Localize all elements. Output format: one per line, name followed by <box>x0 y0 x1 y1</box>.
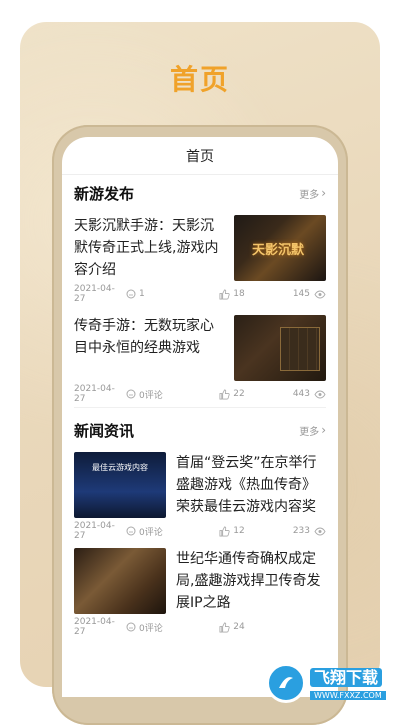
article-title: 天影沉默手游：天影沉默传奇正式上线,游戏内容介绍 <box>74 218 219 278</box>
like-button[interactable]: 22 <box>178 389 286 400</box>
article-title: 首届“登云奖”在京举行盛趣游戏《热血传奇》荣获最佳云游戏内容奖 <box>176 455 317 515</box>
view-count-value: 443 <box>292 389 310 399</box>
thumbs-up-icon <box>219 389 230 399</box>
watermark-logo-icon <box>266 663 306 703</box>
like-count: 12 <box>233 526 245 536</box>
chevron-right-icon: › <box>321 186 326 200</box>
article-date: 2021-04-27 <box>74 617 115 637</box>
comment-count: 0评论 <box>126 621 178 634</box>
article-date: 2021-04-27 <box>74 521 115 541</box>
article-date: 2021-04-27 <box>74 284 115 304</box>
article-meta: 2021-04-27 0评论 24 <box>74 614 326 640</box>
list-item[interactable]: 天影沉默手游：天影沉默传奇正式上线,游戏内容介绍 天影沉默 2021-04-27… <box>62 211 338 307</box>
thumbnail-logo-text: 天影沉默 <box>252 243 305 258</box>
phone-screen: 首页 新游发布 更多 › 天影沉默手游：天影沉默传奇正式上线,游戏内容介绍 天影… <box>62 137 338 697</box>
more-link-new-games[interactable]: 更多 › <box>299 186 326 201</box>
comment-count-value: 0评论 <box>139 527 163 538</box>
comment-count-value: 0评论 <box>139 390 163 401</box>
view-count-value: 233 <box>292 526 310 536</box>
article-thumbnail: 天影沉默 <box>234 215 326 281</box>
article-date: 2021-04-27 <box>74 384 115 404</box>
list-item[interactable]: 最佳云游戏内容 首届“登云奖”在京举行盛趣游戏《热血传奇》荣获最佳云游戏内容奖 … <box>62 448 338 544</box>
comment-count: 0评论 <box>126 388 178 401</box>
hero-title: 首页 <box>169 63 230 96</box>
eye-icon <box>314 527 326 535</box>
comment-count-value: 0评论 <box>139 623 163 634</box>
like-count: 22 <box>233 389 245 399</box>
article-meta: 2021-04-27 0评论 22 443 <box>74 381 326 407</box>
article-thumbnail: 最佳云游戏内容 <box>74 452 166 518</box>
watermark-url: WWW.FXXZ.COM <box>310 690 386 700</box>
view-count: 443 <box>293 389 326 399</box>
article-title: 世纪华通传奇确权成定局,盛趣游戏捍卫传奇发展IP之路 <box>176 551 321 611</box>
watermark: 飞翔下载 WWW.FXXZ.COM <box>266 660 396 706</box>
article-meta: 2021-04-27 1 18 145 <box>74 281 326 307</box>
section-header-news: 新闻资讯 更多 › <box>62 412 338 448</box>
section-header-new-games: 新游发布 更多 › <box>62 175 338 211</box>
comment-icon <box>126 622 136 632</box>
comment-count: 1 <box>126 289 178 299</box>
section-divider <box>74 407 326 408</box>
view-count: 233 <box>293 526 326 536</box>
more-label: 更多 <box>299 426 320 438</box>
thumbs-up-icon <box>219 289 230 299</box>
article-thumbnail <box>234 315 326 381</box>
article-thumbnail <box>74 548 166 614</box>
like-count: 18 <box>233 289 245 299</box>
article-title: 传奇手游：无数玩家心目中永恒的经典游戏 <box>74 318 214 356</box>
watermark-text: 飞翔下载 <box>310 667 383 687</box>
comment-icon <box>126 526 136 536</box>
thumbs-up-icon <box>219 526 230 536</box>
like-button[interactable]: 24 <box>178 622 286 633</box>
thumbs-up-icon <box>219 622 230 632</box>
stage: 首页 首页 新游发布 更多 › 天影沉默手游：天影沉默传奇正式上线,游戏内容介绍… <box>0 0 400 725</box>
like-count: 24 <box>233 622 245 632</box>
like-button[interactable]: 18 <box>178 289 286 300</box>
app-header-title: 首页 <box>186 148 214 165</box>
thumbnail-caption: 最佳云游戏内容 <box>92 463 148 472</box>
section-title: 新闻资讯 <box>74 421 135 440</box>
eye-icon <box>314 290 326 298</box>
comment-count: 0评论 <box>126 525 178 538</box>
more-link-news[interactable]: 更多 › <box>299 423 326 438</box>
eye-icon <box>314 390 326 398</box>
chevron-right-icon: › <box>321 423 326 437</box>
like-button[interactable]: 12 <box>178 526 286 537</box>
view-count: 145 <box>293 289 326 299</box>
section-title: 新游发布 <box>74 184 135 203</box>
article-meta: 2021-04-27 0评论 12 233 <box>74 518 326 544</box>
comment-count-value: 1 <box>139 289 145 299</box>
comment-icon <box>126 289 136 299</box>
comment-icon <box>126 389 136 399</box>
more-label: 更多 <box>299 189 320 201</box>
list-item[interactable]: 世纪华通传奇确权成定局,盛趣游戏捍卫传奇发展IP之路 2021-04-27 0评… <box>62 544 338 640</box>
app-header: 首页 <box>62 137 338 175</box>
view-count-value: 145 <box>292 289 310 299</box>
list-item[interactable]: 传奇手游：无数玩家心目中永恒的经典游戏 2021-04-27 0评论 22 44… <box>62 307 338 407</box>
